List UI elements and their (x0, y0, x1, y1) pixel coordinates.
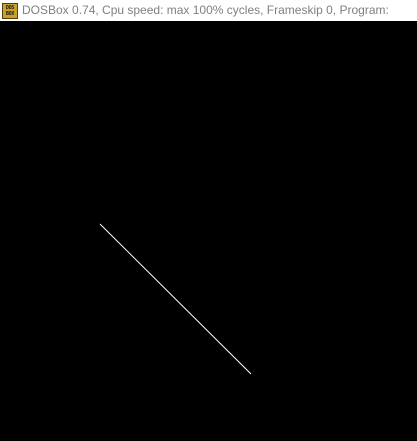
screen-canvas (99, 223, 252, 375)
title-bar[interactable]: DOS BOX DOSBox 0.74, Cpu speed: max 100%… (0, 0, 417, 21)
dos-screen[interactable] (0, 21, 417, 441)
icon-text-bottom: BOX (5, 10, 15, 17)
window-title: DOSBox 0.74, Cpu speed: max 100% cycles,… (22, 3, 389, 17)
dosbox-icon[interactable]: DOS BOX (2, 2, 18, 19)
dosbox-window: DOS BOX DOSBox 0.74, Cpu speed: max 100%… (0, 0, 417, 441)
diagonal-line (99, 223, 252, 375)
